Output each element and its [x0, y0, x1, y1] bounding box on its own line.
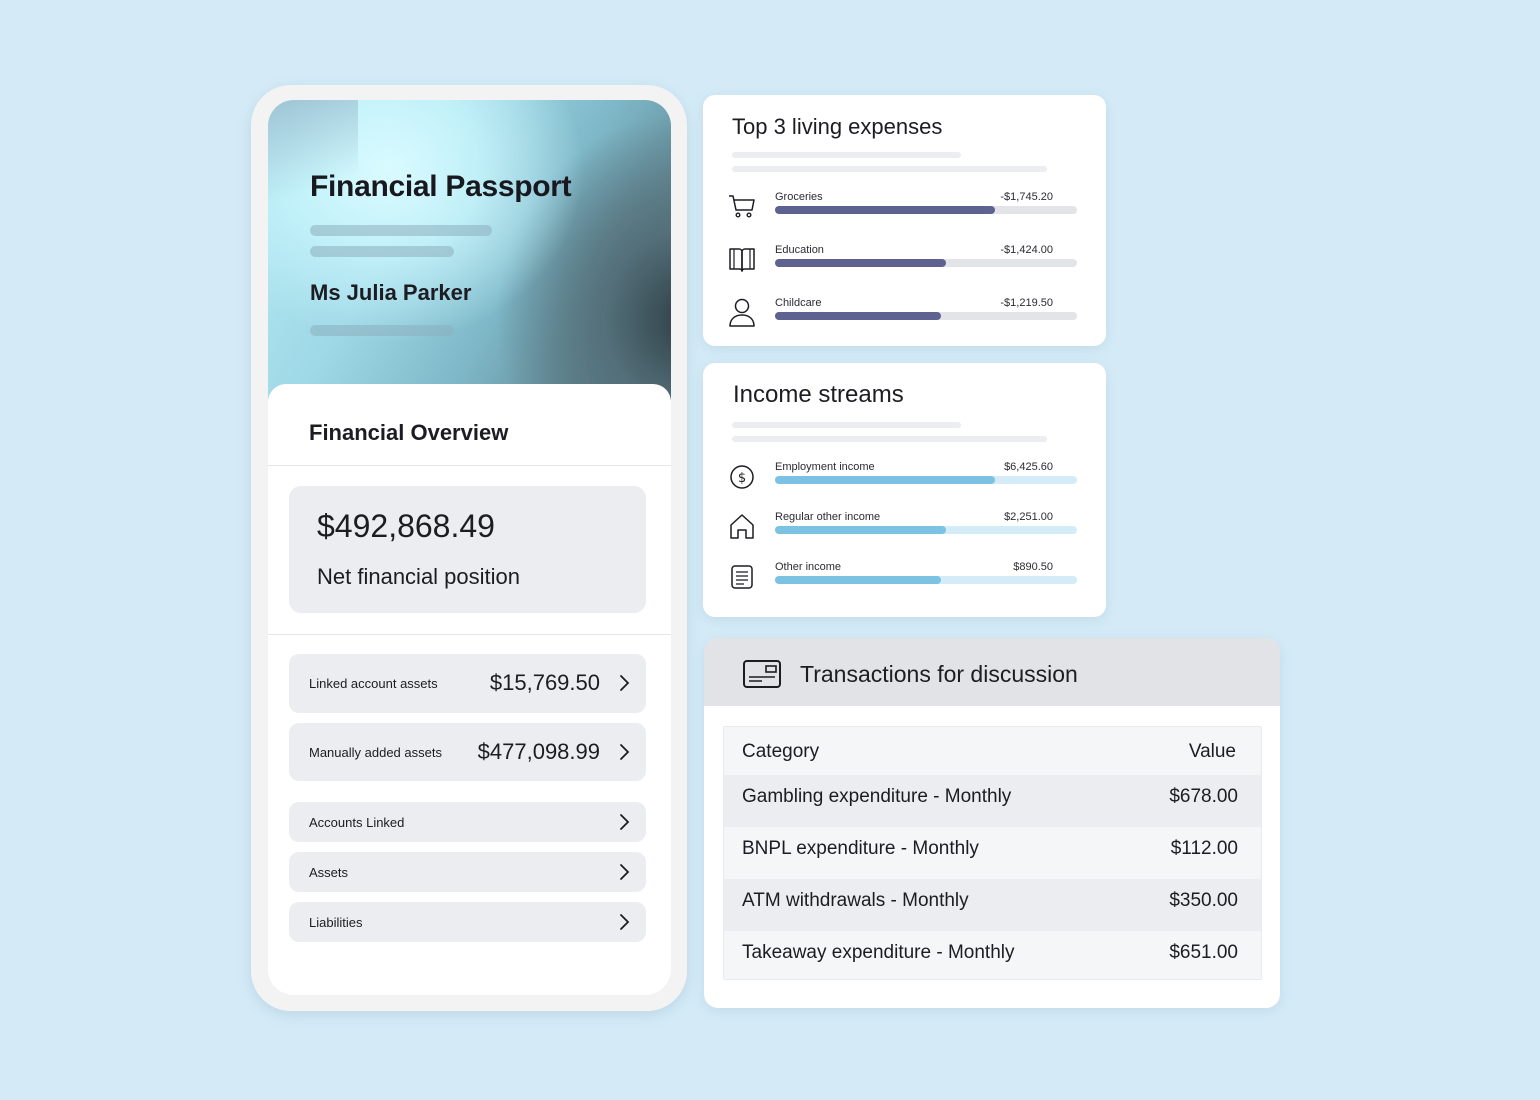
expense-amount: -$1,219.50 [1000, 297, 1053, 309]
chevron-right-icon [620, 814, 630, 830]
placeholder-bar [732, 152, 961, 158]
expense-bar-fill [775, 312, 942, 320]
placeholder-bar [310, 246, 454, 257]
divider [268, 465, 671, 466]
row-value: $477,098.99 [477, 739, 600, 764]
manually-added-assets-row[interactable]: Manually added assets $477,098.99 [289, 723, 646, 781]
phone-frame: Financial Passport Ms Julia Parker Finan… [251, 85, 687, 1011]
income-amount: $2,251.00 [1004, 511, 1053, 523]
income-bar-track [775, 476, 1077, 484]
cart-icon [729, 195, 755, 218]
house-icon [730, 514, 754, 539]
divider [268, 634, 671, 635]
row-label: Assets [309, 865, 349, 880]
table-row[interactable]: ATM withdrawals - Monthly $350.00 [724, 879, 1261, 931]
income-name: Other income [775, 561, 842, 573]
document-icon [731, 565, 753, 589]
row-label: Manually added assets [309, 745, 442, 760]
expense-name: Groceries [775, 191, 823, 203]
expense-amount: -$1,424.00 [1000, 244, 1053, 256]
passport-title: Financial Passport [310, 170, 572, 203]
income-amount: $890.50 [1013, 561, 1053, 573]
expense-row: Education -$1,424.00 [727, 244, 1077, 284]
row-value: $15,769.50 [489, 670, 600, 695]
dollar-circle-icon: $ [730, 465, 754, 489]
income-amount: $6,425.60 [1004, 461, 1053, 473]
column-header-category: Category [742, 741, 820, 762]
row-label: Accounts Linked [309, 815, 405, 830]
category-cell: BNPL expenditure - Monthly [742, 838, 979, 859]
chevron-right-icon [620, 864, 630, 880]
income-bar-track [775, 576, 1077, 584]
value-cell: $678.00 [1169, 786, 1238, 807]
income-bar-fill [775, 576, 942, 584]
holder-name: Ms Julia Parker [310, 280, 472, 305]
living-expenses-card: Top 3 living expenses Groceries -$1,745.… [703, 95, 1106, 346]
placeholder-bar [732, 436, 1047, 442]
phone-screen: Financial Passport Ms Julia Parker Finan… [268, 100, 671, 995]
chevron-right-icon [620, 744, 630, 760]
category-cell: Takeaway expenditure - Monthly [742, 942, 1015, 963]
expense-bar-track [775, 259, 1077, 267]
transactions-header: Transactions for discussion [704, 638, 1280, 706]
expense-amount: -$1,745.20 [1000, 191, 1053, 203]
row-label: Linked account assets [309, 676, 438, 691]
column-header-value: Value [1188, 741, 1236, 762]
credit-card-icon [743, 660, 781, 688]
income-bar-fill [775, 526, 946, 534]
category-cell: Gambling expenditure - Monthly [742, 786, 1012, 807]
value-cell: $651.00 [1169, 942, 1238, 963]
income-name: Regular other income [775, 511, 881, 523]
placeholder-bar [310, 225, 492, 236]
table-row[interactable]: BNPL expenditure - Monthly $112.00 [724, 827, 1261, 879]
book-icon [729, 248, 755, 272]
transactions-card: Transactions for discussion Category Val… [704, 638, 1280, 1008]
transactions-title: Transactions for discussion [800, 661, 1078, 687]
expense-bar-fill [775, 206, 996, 214]
table-row[interactable]: Gambling expenditure - Monthly $678.00 [724, 775, 1261, 827]
table-header-row: Category Value [724, 727, 1261, 775]
row-label: Liabilities [309, 915, 363, 930]
chevron-right-icon [620, 675, 630, 691]
placeholder-bar [732, 166, 1047, 172]
net-position-label: Net financial position [317, 564, 521, 589]
placeholder-bar [732, 422, 961, 428]
expense-row: Childcare -$1,219.50 [727, 297, 1077, 337]
accounts-linked-row[interactable]: Accounts Linked [289, 802, 646, 842]
assets-row[interactable]: Assets [289, 852, 646, 892]
expense-bar-track [775, 312, 1077, 320]
income-streams-card: Income streams $ Employment income $6,42… [703, 363, 1106, 617]
linked-account-assets-row[interactable]: Linked account assets $15,769.50 [289, 654, 646, 713]
card-title: Income streams [733, 381, 904, 408]
income-bar-fill [775, 476, 996, 484]
category-cell: ATM withdrawals - Monthly [742, 890, 969, 911]
liabilities-row[interactable]: Liabilities [289, 902, 646, 942]
passport-hero: Financial Passport Ms Julia Parker [268, 100, 671, 400]
placeholder-bar [310, 325, 454, 336]
income-row: $ Employment income $6,425.60 [727, 461, 1077, 501]
expense-bar-fill [775, 259, 946, 267]
svg-text:$: $ [738, 471, 746, 486]
value-cell: $350.00 [1169, 890, 1238, 911]
person-icon [729, 298, 755, 327]
chevron-right-icon [620, 914, 630, 930]
table-row[interactable]: Takeaway expenditure - Monthly $651.00 [724, 931, 1261, 979]
expense-row: Groceries -$1,745.20 [727, 191, 1077, 231]
overview-title: Financial Overview [309, 420, 509, 445]
income-bar-track [775, 526, 1077, 534]
net-position-card: $492,868.49 Net financial position [289, 486, 646, 613]
card-title: Top 3 living expenses [732, 114, 943, 139]
income-row: Other income $890.50 [727, 561, 1077, 601]
net-position-value: $492,868.49 [317, 508, 495, 544]
value-cell: $112.00 [1170, 838, 1238, 859]
financial-overview-sheet: Financial Overview $492,868.49 Net finan… [268, 384, 671, 995]
income-name: Employment income [775, 461, 875, 473]
income-row: Regular other income $2,251.00 [727, 511, 1077, 551]
expense-name: Education [775, 244, 824, 256]
transactions-table: Category Value Gambling expenditure - Mo… [723, 726, 1262, 980]
expense-bar-track [775, 206, 1077, 214]
expense-name: Childcare [775, 297, 822, 309]
